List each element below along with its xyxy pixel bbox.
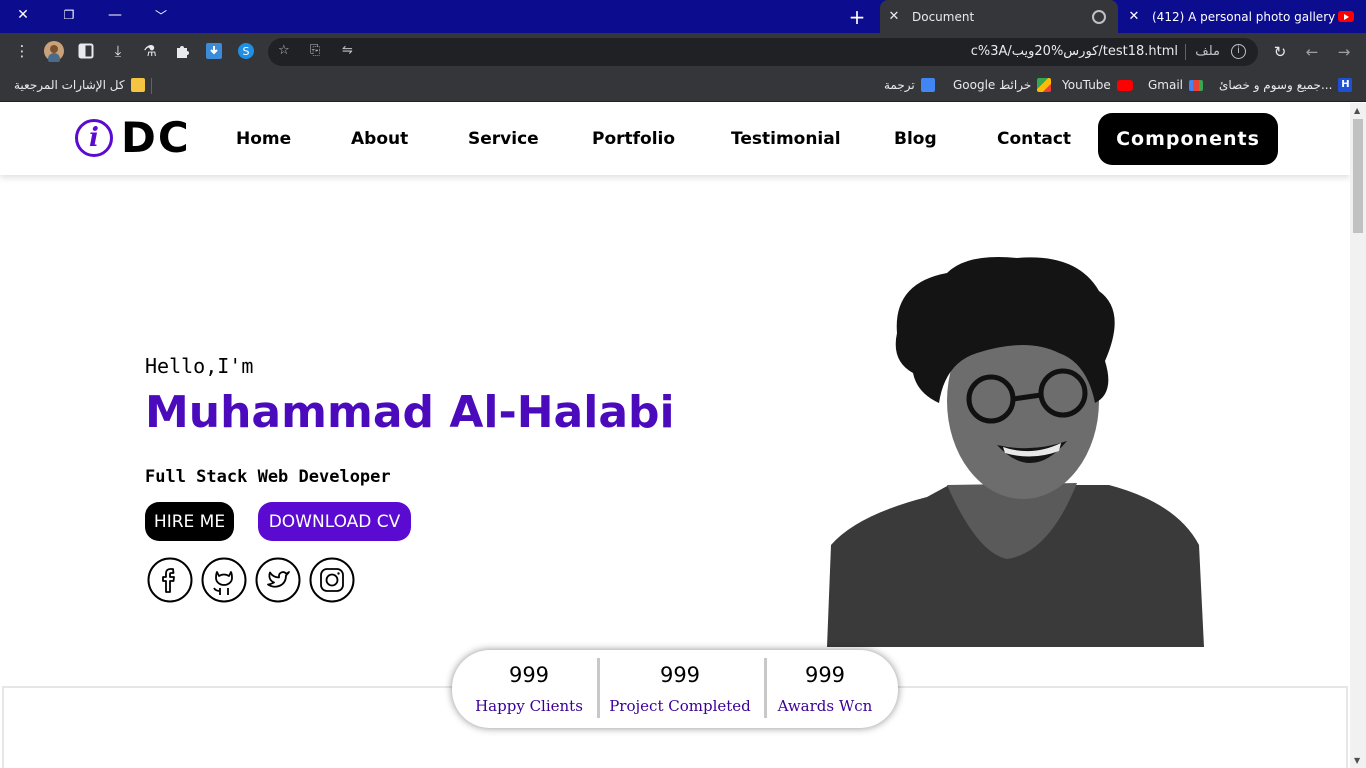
scroll-down-arrow-icon[interactable]: ▼ <box>1354 756 1360 765</box>
stat-label: Awards Wcn <box>777 697 873 715</box>
back-arrow-icon[interactable]: ← <box>1300 40 1324 64</box>
browser-tabstrip: ✕ ❐ — ﹀ + ✕ Document ✕ (412) A personal … <box>0 0 1366 33</box>
profile-photo <box>827 253 1205 647</box>
stat-label: Project Completed <box>609 697 751 715</box>
components-button[interactable]: Components <box>1098 113 1278 165</box>
stats-card: 999 Happy Clients 999 Project Completed … <box>452 650 898 728</box>
site-info-icon[interactable]: i <box>1231 44 1246 59</box>
hire-me-button[interactable]: HIRE ME <box>145 502 234 541</box>
page-scrollbar[interactable]: ▲ ▼ <box>1350 103 1366 768</box>
stat-awards: 999 Awards Wcn <box>768 650 882 728</box>
window-minimize-icon[interactable]: — <box>92 0 138 30</box>
youtube-icon <box>1116 79 1133 91</box>
bookmark-star-icon[interactable]: ☆ <box>278 43 290 58</box>
stat-value: 999 <box>659 663 701 687</box>
scroll-up-arrow-icon[interactable]: ▲ <box>1354 106 1360 115</box>
html-icon: H <box>1338 78 1353 92</box>
page-viewport: i DC Home About Service Portfolio Testim… <box>0 103 1350 768</box>
bookmark-translate[interactable]: ترجمة <box>884 78 935 92</box>
menu-kebab-icon[interactable]: ⋮ <box>10 39 34 63</box>
stat-label: Happy Clients <box>475 697 583 715</box>
nav-testimonial[interactable]: Testimonial <box>731 129 841 149</box>
scheme-label: ملف <box>1195 44 1220 59</box>
hero-name: Muhammad Al-Halabi <box>145 387 675 438</box>
all-bookmarks-label: كل الإشارات المرجعية <box>14 78 125 92</box>
all-bookmarks[interactable]: كل الإشارات المرجعية <box>14 78 145 92</box>
tab-document[interactable]: ✕ Document <box>880 0 1118 33</box>
bookmarks-separator <box>151 78 152 94</box>
tab-title: (412) A personal photo gallery on <box>1152 9 1338 24</box>
nav-portfolio[interactable]: Portfolio <box>592 129 675 149</box>
shazam-icon[interactable]: S <box>234 39 258 63</box>
logo-mark: i <box>75 118 113 157</box>
gmail-icon <box>1189 79 1204 91</box>
stat-divider <box>764 658 767 718</box>
url-text: c%3A/کورس%20ویب/test18.html <box>970 44 1178 59</box>
instagram-icon[interactable] <box>309 557 355 603</box>
hero-greeting: Hello,I'm <box>145 354 254 378</box>
nav-contact[interactable]: Contact <box>997 129 1071 149</box>
tab-search-chevron-icon[interactable]: ﹀ <box>138 0 184 30</box>
bookmarks-bar: كل الإشارات المرجعية ترجمة Google خرائط … <box>0 70 1366 102</box>
extensions-puzzle-icon[interactable] <box>170 39 194 63</box>
site-navbar: i DC Home About Service Portfolio Testim… <box>0 103 1350 175</box>
logo-text: DC <box>121 113 191 162</box>
nav-service[interactable]: Service <box>468 129 539 149</box>
globe-icon <box>1092 9 1106 24</box>
stat-value: 999 <box>508 663 550 687</box>
bookmark-label: Google خرائط <box>953 78 1032 92</box>
translate-icon <box>920 78 935 92</box>
nav-home[interactable]: Home <box>236 129 291 149</box>
nav-about[interactable]: About <box>351 129 408 149</box>
scroll-thumb[interactable] <box>1353 119 1363 233</box>
translate-page-icon[interactable]: ⇋ <box>342 43 353 58</box>
bookmark-gmail[interactable]: Gmail <box>1148 78 1204 92</box>
stat-happy-clients: 999 Happy Clients <box>460 650 598 728</box>
tab-youtube[interactable]: ✕ (412) A personal photo gallery on <box>1120 0 1366 33</box>
twitter-icon[interactable] <box>255 557 301 603</box>
window-restore-icon[interactable]: ❐ <box>46 0 92 30</box>
bookmark-html-tags[interactable]: جميع وسوم و خصائ... H <box>1219 78 1353 92</box>
download-manager-icon[interactable] <box>202 39 226 63</box>
reload-icon[interactable]: ↻ <box>1268 40 1292 64</box>
share-icon[interactable]: ⎘ <box>310 43 320 58</box>
bookmark-youtube[interactable]: YouTube <box>1062 78 1133 92</box>
bookmark-label: YouTube <box>1062 78 1111 92</box>
new-tab-plus-icon[interactable]: + <box>844 5 870 29</box>
youtube-icon <box>1338 11 1354 22</box>
sidebar-icon[interactable] <box>74 39 98 63</box>
address-separator <box>1185 44 1186 60</box>
forward-arrow-icon[interactable]: → <box>1332 40 1356 64</box>
download-icon[interactable]: ⤓ <box>106 39 130 63</box>
svg-text:S: S <box>243 45 250 58</box>
bookmark-label: Gmail <box>1148 78 1184 92</box>
stat-projects: 999 Project Completed <box>602 650 758 728</box>
hero-role: Full Stack Web Developer <box>145 467 391 487</box>
bookmark-maps[interactable]: Google خرائط <box>953 78 1052 92</box>
maps-icon <box>1037 78 1052 92</box>
tab-title: Document <box>912 9 975 24</box>
folder-icon <box>130 78 145 92</box>
bookmark-label: ترجمة <box>884 78 915 92</box>
nav-blog[interactable]: Blog <box>894 129 937 149</box>
stat-value: 999 <box>804 663 846 687</box>
tab-close-icon[interactable]: ✕ <box>880 9 908 24</box>
facebook-icon[interactable] <box>147 557 193 603</box>
address-bar[interactable]: ☆ ⎘ ⇋ c%3A/کورس%20ویب/test18.html ملف i <box>268 38 1258 66</box>
download-cv-button[interactable]: DOWNLOAD CV <box>258 502 411 541</box>
stat-divider <box>597 658 600 718</box>
labs-flask-icon[interactable]: ⚗ <box>138 39 162 63</box>
bookmark-label: جميع وسوم و خصائ... <box>1219 78 1333 92</box>
tab-close-icon[interactable]: ✕ <box>1120 9 1148 24</box>
site-logo[interactable]: i DC <box>75 113 191 162</box>
github-icon[interactable] <box>201 557 247 603</box>
profile-avatar-icon[interactable] <box>42 39 66 63</box>
window-close-icon[interactable]: ✕ <box>0 0 46 30</box>
